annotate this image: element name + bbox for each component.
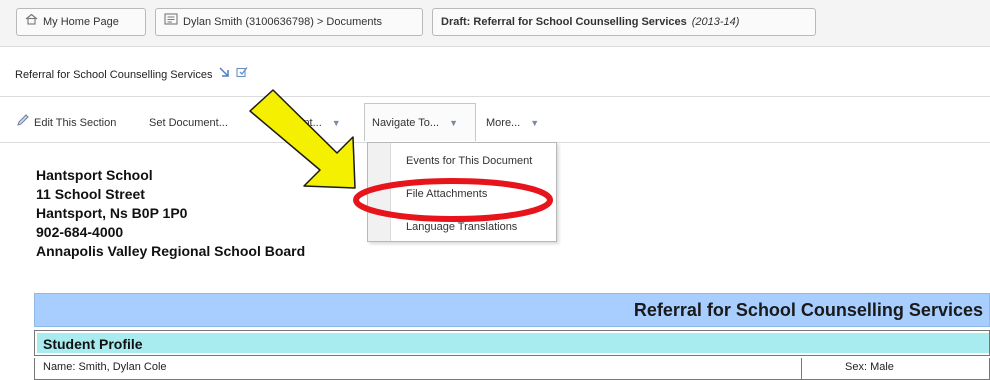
name-label: Name: xyxy=(43,361,76,373)
chevron-down-icon: ▼ xyxy=(331,118,341,128)
pencil-icon xyxy=(16,113,30,133)
student-profile-heading: Student Profile xyxy=(37,333,989,353)
menu-gutter xyxy=(368,143,391,241)
menu-item-events[interactable]: Events for This Document xyxy=(406,155,532,167)
school-city: Hantsport, Ns B0P 1P0 xyxy=(36,205,188,221)
breadcrumb-school-year: (2013-14) xyxy=(691,16,740,28)
collapse-arrow-icon[interactable] xyxy=(218,64,230,86)
breadcrumb-current-document[interactable]: Draft: Referral for School Counselling S… xyxy=(432,8,816,36)
edit-checkbox-icon[interactable] xyxy=(236,64,248,86)
menu-item-language-translations[interactable]: Language Translations xyxy=(406,221,517,233)
print-label: Print... xyxy=(290,117,322,129)
form-title: Referral for School Counselling Services xyxy=(633,300,983,320)
set-document-label: Set Document... xyxy=(149,117,228,129)
navigate-to-button[interactable]: Navigate To... ▼ xyxy=(372,114,458,132)
school-board: Annapolis Valley Regional School Board xyxy=(36,243,306,259)
sex-label: Sex: xyxy=(845,361,868,373)
student-name: Name: Smith, Dylan Cole xyxy=(43,361,167,373)
navigate-to-menu: Events for This Document File Attachment… xyxy=(367,142,557,242)
school-phone: 902-684-4000 xyxy=(36,224,124,240)
name-value: Smith, Dylan Cole xyxy=(78,361,167,373)
navigate-to-label: Navigate To... xyxy=(372,117,440,129)
sex-value: Male xyxy=(870,361,894,373)
document-title: Referral for School Counselling Services xyxy=(15,69,213,81)
toolbar: Edit This Section Set Document... Print.… xyxy=(0,102,990,142)
student-name-row: Name: Smith, Dylan Cole Sex: Male xyxy=(34,358,990,380)
form-header: Referral for School Counselling Services xyxy=(34,293,990,327)
sex-cell-divider xyxy=(801,358,802,379)
school-name: Hantsport School xyxy=(36,167,153,183)
document-title-row: Referral for School Counselling Services xyxy=(0,64,248,86)
student-profile-section: Student Profile xyxy=(34,330,990,356)
edit-section-button[interactable]: Edit This Section xyxy=(16,114,116,132)
school-info: Hantsport School 11 School Street Hantsp… xyxy=(36,166,305,261)
edit-section-label: Edit This Section xyxy=(34,117,117,129)
breadcrumb-home[interactable]: My Home Page xyxy=(16,8,146,36)
more-label: More... xyxy=(486,117,521,129)
more-button[interactable]: More... ▼ xyxy=(486,114,539,132)
breadcrumb: My Home Page Dylan Smith (3100636798) > … xyxy=(0,0,990,47)
set-document-button[interactable]: Set Document... xyxy=(149,114,228,132)
document-icon xyxy=(164,9,178,35)
breadcrumb-current-label: Draft: Referral for School Counselling S… xyxy=(441,16,687,28)
breadcrumb-documents-label: Dylan Smith (3100636798) > Documents xyxy=(183,16,383,28)
student-sex: Sex: Male xyxy=(845,361,894,373)
breadcrumb-home-label: My Home Page xyxy=(43,16,119,28)
title-divider xyxy=(0,96,990,97)
menu-item-file-attachments[interactable]: File Attachments xyxy=(406,188,487,200)
chevron-down-icon: ▼ xyxy=(530,118,540,128)
chevron-down-icon: ▼ xyxy=(449,118,458,128)
home-icon xyxy=(25,9,38,35)
print-button[interactable]: Print... ▼ xyxy=(290,114,341,132)
breadcrumb-documents[interactable]: Dylan Smith (3100636798) > Documents xyxy=(155,8,423,36)
school-street: 11 School Street xyxy=(36,186,145,202)
